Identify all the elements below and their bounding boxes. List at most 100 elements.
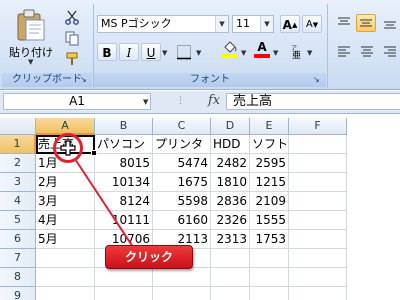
grow-font-button[interactable]: A▲ [280, 15, 300, 33]
cell-f1[interactable] [289, 135, 347, 154]
cell-f2[interactable] [289, 154, 347, 173]
cell-f5[interactable] [289, 211, 347, 230]
align-right-icon[interactable] [382, 44, 398, 60]
cell-e7[interactable] [250, 249, 289, 268]
underline-button[interactable]: U [141, 43, 161, 61]
cell-d7[interactable] [211, 249, 250, 268]
row-header-1[interactable]: 1 [0, 135, 36, 154]
cell-d6[interactable]: 2313 [211, 230, 250, 249]
shrink-font-button[interactable]: A▼ [302, 15, 322, 33]
format-painter-icon[interactable] [64, 51, 80, 67]
chevron-down-icon[interactable]: ▼ [241, 49, 246, 57]
cell-a6[interactable]: 5月 [36, 230, 95, 249]
italic-button[interactable]: I [119, 43, 139, 61]
cell-f6[interactable] [289, 230, 347, 249]
clipboard-launcher-icon[interactable]: ↘ [80, 75, 87, 84]
cell-b4[interactable]: 8124 [95, 192, 153, 211]
chevron-down-icon[interactable]: ▼ [196, 49, 201, 57]
align-center-icon[interactable] [359, 44, 375, 60]
chevron-down-icon[interactable]: ▼ [307, 49, 312, 57]
cell-e8[interactable] [250, 268, 289, 287]
name-box[interactable]: A1 [3, 93, 151, 110]
cell-e5[interactable]: 1555 [250, 211, 289, 230]
cell-c9[interactable] [153, 287, 211, 300]
column-header-d[interactable]: D [211, 118, 250, 135]
paste-button[interactable]: 貼り付け ▼ [8, 8, 54, 66]
cell-c3[interactable]: 1675 [153, 173, 211, 192]
cell-f8[interactable] [289, 268, 347, 287]
cell-d1[interactable]: HDD [211, 135, 250, 154]
fill-color-button[interactable] [222, 40, 238, 58]
cell-c2[interactable]: 5474 [153, 154, 211, 173]
cell-b3[interactable]: 10134 [95, 173, 153, 192]
row-header-5[interactable]: 5 [0, 211, 36, 230]
font-launcher-icon[interactable]: ↘ [313, 75, 320, 84]
cell-f9[interactable] [289, 287, 347, 300]
align-top-icon[interactable] [336, 15, 352, 31]
cell-c8[interactable] [153, 268, 211, 287]
cell-b1[interactable]: パソコン [95, 135, 153, 154]
cell-e4[interactable]: 2109 [250, 192, 289, 211]
cell-a8[interactable] [36, 268, 95, 287]
cell-d9[interactable] [211, 287, 250, 300]
cell-f4[interactable] [289, 192, 347, 211]
cut-icon[interactable] [64, 9, 80, 25]
paste-dropdown-icon[interactable]: ▼ [28, 58, 33, 66]
cell-a7[interactable] [36, 249, 95, 268]
row-header-9[interactable]: 9 [0, 287, 36, 300]
cell-e6[interactable]: 1753 [250, 230, 289, 249]
cell-a5[interactable]: 4月 [36, 211, 95, 230]
column-header-f[interactable]: F [289, 118, 347, 135]
click-callout-label: クリック [124, 250, 173, 264]
column-header-e[interactable]: E [250, 118, 289, 135]
cell-d2[interactable]: 2482 [211, 154, 250, 173]
align-left-icon[interactable] [336, 44, 352, 60]
cell-d4[interactable]: 2836 [211, 192, 250, 211]
cell-f3[interactable] [289, 173, 347, 192]
row-header-4[interactable]: 4 [0, 192, 36, 211]
cell-f7[interactable] [289, 249, 347, 268]
cell-a4[interactable]: 3月 [36, 192, 95, 211]
cell-d5[interactable]: 2326 [211, 211, 250, 230]
font-name-select[interactable]: MS Pゴシック ▼ [97, 15, 229, 33]
row-header-7[interactable]: 7 [0, 249, 36, 268]
cell-d3[interactable]: 1810 [211, 173, 250, 192]
cell-b2[interactable]: 8015 [95, 154, 153, 173]
row-header-3[interactable]: 3 [0, 173, 36, 192]
formula-input[interactable]: 売上高 [226, 93, 400, 110]
cell-c1[interactable]: プリンタ [153, 135, 211, 154]
column-header-b[interactable]: B [95, 118, 153, 135]
cell-e9[interactable] [250, 287, 289, 300]
chevron-down-icon[interactable]: ▼ [273, 49, 278, 57]
row-header-6[interactable]: 6 [0, 230, 36, 249]
row-header-2[interactable]: 2 [0, 154, 36, 173]
cell-a9[interactable] [36, 287, 95, 300]
cell-d8[interactable] [211, 268, 250, 287]
align-bottom-icon[interactable] [382, 15, 398, 31]
cell-b8[interactable] [95, 268, 153, 287]
borders-icon[interactable] [176, 44, 192, 60]
copy-icon[interactable] [64, 30, 80, 46]
chevron-down-icon[interactable]: ▼ [143, 98, 148, 106]
cell-b9[interactable] [95, 287, 153, 300]
phonetic-guide-icon[interactable]: ア 亜 [290, 43, 306, 59]
cell-a3[interactable]: 2月 [36, 173, 95, 192]
cell-b5[interactable]: 10111 [95, 211, 153, 230]
fill-handle[interactable] [91, 150, 97, 156]
cell-e2[interactable]: 2595 [250, 154, 289, 173]
column-header-c[interactable]: C [153, 118, 211, 135]
formula-bar-splitter[interactable]: ⋮ [176, 96, 185, 106]
font-size-select[interactable]: 11 ▼ [232, 15, 274, 33]
chevron-down-icon[interactable]: ▼ [162, 49, 167, 57]
insert-function-button[interactable]: fx [208, 93, 220, 108]
cell-e1[interactable]: ソフト [250, 135, 289, 154]
row-header-8[interactable]: 8 [0, 268, 36, 287]
cell-c4[interactable]: 5598 [153, 192, 211, 211]
align-middle-button[interactable] [356, 14, 376, 32]
select-all-button[interactable] [0, 118, 36, 135]
fill-color-swatch [222, 54, 238, 58]
cell-c5[interactable]: 6160 [153, 211, 211, 230]
bold-button[interactable]: B [97, 43, 117, 61]
cell-e3[interactable]: 1215 [250, 173, 289, 192]
font-color-button[interactable]: A [254, 40, 270, 58]
